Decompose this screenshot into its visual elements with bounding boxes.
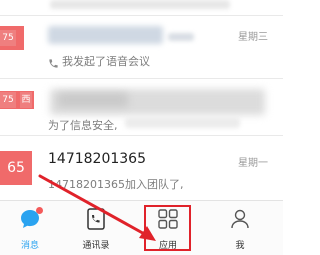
blurred-content bbox=[50, 0, 230, 9]
blurred-subtitle bbox=[168, 33, 194, 41]
weekday-label: 星期一 bbox=[238, 158, 268, 169]
conversation-row[interactable]: 65 14718201365 星期一 14718201365加入团队了, bbox=[0, 136, 283, 200]
message-preview: 为了信息安全, bbox=[48, 119, 118, 132]
conversation-row[interactable] bbox=[0, 0, 283, 15]
weekday-label: 星期三 bbox=[238, 32, 268, 43]
tag-badge: 75 bbox=[0, 30, 16, 46]
contacts-icon bbox=[86, 208, 106, 230]
message-preview: 我发起了语音会议 bbox=[62, 55, 150, 68]
phone-icon bbox=[48, 54, 59, 68]
tab-messages[interactable]: 消息 bbox=[0, 201, 60, 255]
conversation-row[interactable]: 75 星期三 我发起了语音会议 bbox=[0, 16, 283, 78]
conversation-row[interactable]: 75 西 为了信息安全, bbox=[0, 79, 283, 135]
unread-dot bbox=[36, 207, 43, 214]
blurred-title-shade bbox=[58, 93, 128, 107]
person-icon bbox=[229, 208, 251, 230]
blurred-title bbox=[48, 26, 163, 44]
highlight-box bbox=[144, 205, 191, 251]
tab-label: 消息 bbox=[20, 241, 39, 251]
tab-contacts[interactable]: 通讯录 bbox=[66, 201, 126, 255]
message-preview: 14718201365加入团队了, bbox=[48, 178, 184, 191]
blurred-preview bbox=[125, 117, 240, 128]
contact-name: 14718201365 bbox=[48, 151, 146, 167]
tab-me[interactable]: 我 bbox=[210, 201, 270, 255]
tag-badge-extra: 西 bbox=[20, 92, 32, 108]
avatar: 65 bbox=[0, 151, 32, 185]
tab-label: 通讯录 bbox=[82, 241, 110, 251]
tab-label: 我 bbox=[235, 241, 245, 251]
tab-bar: 消息 通讯录 应用 我 bbox=[0, 200, 283, 255]
tag-badge: 75 bbox=[0, 92, 16, 108]
